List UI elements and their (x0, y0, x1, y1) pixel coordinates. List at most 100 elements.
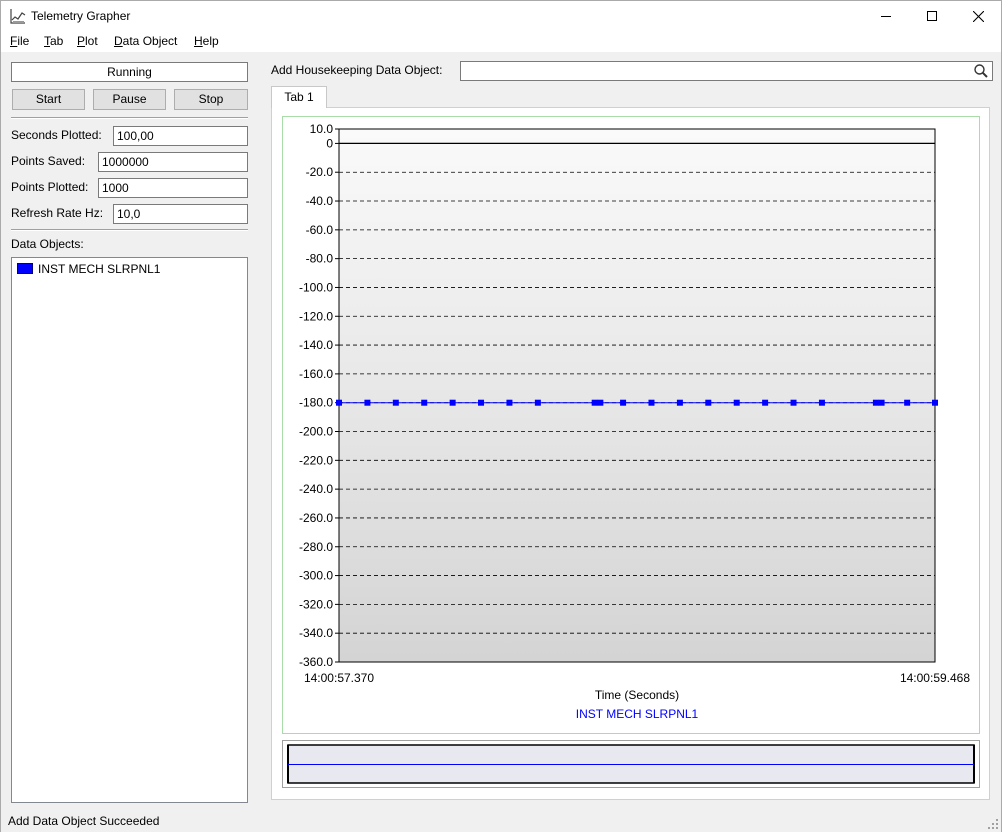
data-point (449, 399, 456, 406)
menu-data-object[interactable]: Data Object (114, 34, 177, 48)
y-tick-label: -120.0 (299, 309, 333, 323)
run-status-display: Running (11, 62, 248, 82)
y-tick-label: 0 (326, 136, 333, 150)
points-saved-field[interactable]: 1000000 (98, 152, 248, 172)
add-data-object-label: Add Housekeeping Data Object: (271, 63, 443, 77)
y-tick-label: -140.0 (299, 338, 333, 352)
separator (11, 229, 248, 231)
seconds-plotted-label: Seconds Plotted: (11, 128, 102, 142)
data-point (597, 399, 604, 406)
data-point (478, 399, 485, 406)
overview-chart[interactable] (282, 740, 980, 788)
search-icon[interactable] (972, 63, 990, 79)
series-color-swatch (17, 263, 33, 274)
y-tick-label: -340.0 (299, 626, 333, 640)
y-tick-label: -100.0 (299, 280, 333, 294)
control-panel: Running Start Pause Stop Seconds Plotted… (1, 52, 259, 810)
add-data-object-input[interactable] (460, 61, 993, 81)
refresh-rate-field[interactable]: 10,0 (113, 204, 248, 224)
telemetry-chart[interactable]: 10.0 0 -20.0 -40.0 -60.0 -80.0 -100.0 -120.0 -14… (282, 116, 980, 734)
menu-data-object-label: ata Object (122, 34, 178, 48)
start-button[interactable]: Start (12, 89, 85, 110)
menu-file[interactable]: File (10, 34, 29, 48)
data-point (705, 399, 712, 406)
window-title: Telemetry Grapher (31, 9, 131, 23)
plot-background (339, 129, 935, 662)
y-tick-label: -320.0 (299, 597, 333, 611)
x-axis-title: Time (Seconds) (595, 688, 679, 702)
menu-data-object-mnemonic: D (114, 34, 123, 48)
data-point (676, 399, 683, 406)
x-tick-label: 14:00:57.370 (304, 671, 374, 685)
points-saved-label: Points Saved: (11, 154, 86, 168)
menu-plot-mnemonic: P (77, 34, 86, 48)
y-tick-label: -200.0 (299, 425, 333, 439)
menu-help-label: elp (202, 34, 219, 48)
data-point (790, 399, 797, 406)
data-point (534, 399, 541, 406)
menu-plot-label: lot (85, 34, 98, 48)
y-tick-label: -220.0 (299, 453, 333, 467)
maximize-icon (927, 11, 937, 21)
y-tick-label: 10.0 (310, 122, 334, 136)
data-point (932, 399, 938, 406)
legend-entry: INST MECH SLRPNL1 (576, 707, 699, 721)
menu-tab[interactable]: Tab (44, 34, 63, 48)
y-tick-label: -60.0 (306, 223, 334, 237)
status-message: Add Data Object Succeeded (8, 814, 160, 828)
y-tick-label: -360.0 (299, 655, 333, 669)
y-tick-label: -300.0 (299, 569, 333, 583)
menu-file-label: ile (17, 34, 30, 48)
maximize-button[interactable] (909, 1, 955, 31)
data-point (591, 399, 598, 406)
data-objects-list[interactable]: INST MECH SLRPNL1 (11, 257, 248, 803)
data-point (904, 399, 911, 406)
menu-help[interactable]: Help (194, 34, 219, 48)
line-chart: 10.00 -20.0 -40.0 -60.0 -80.0 -100.0 -120.0 -14… (299, 122, 970, 721)
separator (11, 117, 248, 119)
stop-button[interactable]: Stop (174, 89, 248, 110)
menu-tab-label: ab (50, 34, 64, 48)
data-point (506, 399, 513, 406)
data-point (421, 399, 428, 406)
chart-app-icon (10, 9, 26, 24)
menu-plot[interactable]: Plot (77, 34, 98, 48)
y-tick-label: -260.0 (299, 511, 333, 525)
x-tick-label: 14:00:59.468 (900, 671, 970, 685)
data-point (733, 399, 740, 406)
status-bar: Add Data Object Succeeded (1, 810, 1001, 832)
y-tick-label: -280.0 (299, 540, 333, 554)
plot-area-panel: Add Housekeeping Data Object: Tab 1 10.0… (259, 52, 1001, 810)
data-point (762, 399, 769, 406)
minimize-icon (881, 16, 891, 17)
data-point (336, 399, 342, 406)
data-point (872, 399, 879, 406)
overview-background (287, 744, 975, 784)
data-point (648, 399, 655, 406)
y-tick-label: -240.0 (299, 482, 333, 496)
menu-bar: File Tab Plot Data Object Help (1, 31, 1001, 52)
refresh-rate-label: Refresh Rate Hz: (11, 206, 104, 220)
tab-1[interactable]: Tab 1 (271, 86, 327, 108)
close-icon (972, 10, 984, 22)
y-tick-label: -180.0 (299, 396, 333, 410)
app-window: Telemetry Grapher File Tab Plot Data Obj… (0, 0, 1002, 832)
data-point (620, 399, 627, 406)
y-tick-label: -20.0 (306, 165, 334, 179)
resize-grip-icon[interactable] (987, 818, 999, 830)
seconds-plotted-field[interactable]: 100,00 (113, 126, 248, 146)
y-tick-label: -160.0 (299, 367, 333, 381)
pause-button[interactable]: Pause (93, 89, 166, 110)
menu-help-mnemonic: H (194, 34, 203, 48)
close-button[interactable] (955, 1, 1001, 31)
data-objects-label: Data Objects: (11, 237, 84, 251)
points-plotted-label: Points Plotted: (11, 180, 89, 194)
title-bar: Telemetry Grapher (1, 1, 1001, 31)
y-tick-label: -40.0 (306, 194, 334, 208)
y-tick-label: -80.0 (306, 252, 334, 266)
points-plotted-field[interactable]: 1000 (98, 178, 248, 198)
data-point (818, 399, 825, 406)
data-object-name: INST MECH SLRPNL1 (38, 262, 161, 276)
data-point (392, 399, 399, 406)
minimize-button[interactable] (863, 1, 909, 31)
